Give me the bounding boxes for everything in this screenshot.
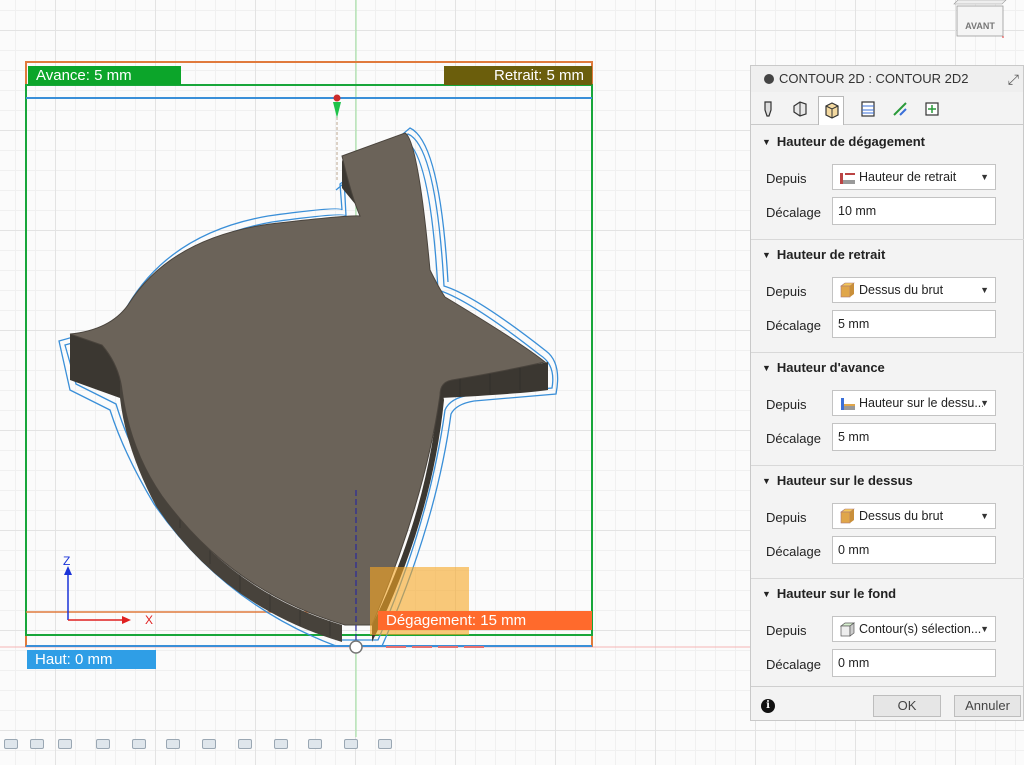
selected-contour-icon (839, 622, 856, 637)
from-value: Hauteur de retrait (859, 170, 957, 184)
from-select[interactable]: Contour(s) sélection... ▼ (832, 616, 996, 642)
panel-footer: i OK Annuler (751, 686, 1023, 721)
section-bottom-height: ▼ Hauteur sur le fond Depuis Contour(s) s… (751, 578, 1024, 691)
section-feed-height: ▼ Hauteur d'avance Depuis Hauteur sur le … (751, 352, 1024, 466)
section-title: Hauteur sur le fond (776, 586, 897, 601)
section-top-height: ▼ Hauteur sur le dessus Depuis Dessus du … (751, 465, 1024, 579)
retract-height-icon (840, 173, 855, 184)
from-select[interactable]: Hauteur sur le dessu... ▼ (832, 390, 996, 416)
offset-input[interactable]: 5 mm (832, 310, 996, 338)
section-title: Hauteur de retrait (776, 247, 886, 262)
cancel-button[interactable]: Annuler (954, 695, 1021, 717)
pan-icon[interactable] (30, 739, 44, 749)
section-icon[interactable] (202, 739, 216, 749)
settings-icon[interactable] (344, 739, 358, 749)
export-icon[interactable] (378, 739, 392, 749)
zoom-icon[interactable] (58, 739, 72, 749)
section-header[interactable]: ▼ Hauteur de retrait (762, 247, 885, 262)
refresh-icon[interactable] (238, 739, 252, 749)
bottom-toolbar (0, 737, 410, 751)
stock-top-icon (840, 282, 855, 298)
panel-header[interactable]: CONTOUR 2D : CONTOUR 2D2 ⤢ (751, 66, 1023, 92)
retract-height-label[interactable]: Retrait: 5 mm (444, 66, 592, 85)
feed-height-label[interactable]: Avance: 5 mm (28, 66, 181, 85)
from-value: Contour(s) sélection... (859, 622, 982, 636)
from-label: Depuis (766, 171, 807, 186)
section-header[interactable]: ▼ Hauteur de dégagement (762, 134, 925, 149)
camera-icon[interactable] (308, 739, 322, 749)
grid-icon[interactable] (132, 739, 146, 749)
offset-label: Décalage (766, 205, 821, 220)
orbit-icon[interactable] (4, 739, 18, 749)
heights-tab-icon[interactable] (818, 96, 844, 125)
top-height-label[interactable]: Haut: 0 mm (27, 650, 156, 669)
collapse-dot-icon[interactable] (764, 74, 774, 84)
from-value: Hauteur sur le dessu... (859, 396, 983, 410)
clearance-height-label[interactable]: Dégagement: 15 mm (378, 611, 592, 630)
dropdown-arrow-icon: ▼ (980, 511, 989, 521)
section-title: Hauteur de dégagement (776, 134, 926, 149)
offset-label: Décalage (766, 318, 821, 333)
section-title: Hauteur sur le dessus (776, 473, 913, 488)
info-icon[interactable]: i (761, 699, 775, 713)
from-select[interactable]: Hauteur de retrait ▼ (832, 164, 996, 190)
ok-button[interactable]: OK (873, 695, 941, 717)
viewports-icon[interactable] (166, 739, 180, 749)
offset-input[interactable]: 5 mm (832, 423, 996, 451)
section-header[interactable]: ▼ Hauteur sur le dessus (762, 473, 913, 488)
from-label: Depuis (766, 397, 807, 412)
offset-label: Décalage (766, 431, 821, 446)
viewcube[interactable]: AVANT (952, 0, 1008, 38)
from-label: Depuis (766, 284, 807, 299)
from-value: Dessus du brut (859, 509, 944, 523)
section-title: Hauteur d'avance (776, 360, 885, 375)
top-height-icon (841, 398, 855, 410)
origin-marker (349, 640, 363, 654)
offset-label: Décalage (766, 657, 821, 672)
linking-tab-icon[interactable] (887, 96, 913, 122)
offset-input[interactable]: 10 mm (832, 197, 996, 225)
from-label: Depuis (766, 510, 807, 525)
dropdown-arrow-icon: ▼ (980, 285, 989, 295)
dropdown-arrow-icon: ▼ (980, 624, 989, 634)
viewcube-face-label: AVANT (965, 21, 995, 31)
offset-input[interactable]: 0 mm (832, 536, 996, 564)
section-header[interactable]: ▼ Hauteur sur le fond (762, 586, 896, 601)
from-select[interactable]: Dessus du brut ▼ (832, 277, 996, 303)
effects-icon[interactable] (274, 739, 288, 749)
tool-lead-marker (333, 102, 341, 118)
tool-start-marker (333, 94, 341, 102)
tool-tab-icon[interactable] (755, 96, 781, 122)
dropdown-arrow-icon: ▼ (980, 398, 989, 408)
stock-top-icon (840, 508, 855, 524)
from-label: Depuis (766, 623, 807, 638)
panel-title: CONTOUR 2D : CONTOUR 2D2 (779, 71, 969, 86)
dropdown-arrow-icon: ▼ (980, 172, 989, 182)
section-retract-height: ▼ Hauteur de retrait Depuis Dessus du bru… (751, 239, 1024, 353)
offset-input[interactable]: 0 mm (832, 649, 996, 677)
panel-tabs (751, 94, 1023, 125)
display-icon[interactable] (96, 739, 110, 749)
geometry-tab-icon[interactable] (787, 96, 813, 122)
section-header[interactable]: ▼ Hauteur d'avance (762, 360, 885, 375)
from-select[interactable]: Dessus du brut ▼ (832, 503, 996, 529)
section-clearance-height: ▼ Hauteur de dégagement Depuis Hauteur de… (751, 126, 1024, 240)
offset-label: Décalage (766, 544, 821, 559)
from-value: Dessus du brut (859, 283, 944, 297)
x-axis-label: X (145, 613, 153, 627)
expand-arrows-icon[interactable]: ⤢ (1008, 66, 1019, 92)
post-tab-icon[interactable] (919, 96, 945, 122)
contour-2d-panel: CONTOUR 2D : CONTOUR 2D2 ⤢ ▼ Hauteur de d… (750, 65, 1024, 721)
z-axis-label: Z (63, 554, 70, 568)
passes-tab-icon[interactable] (855, 96, 881, 122)
